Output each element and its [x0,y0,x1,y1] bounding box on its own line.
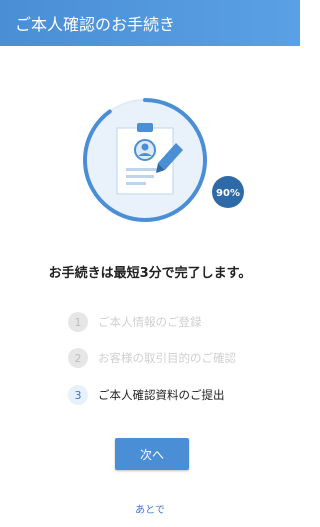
step-label: お客様の取引目的のご確認 [98,351,236,365]
progress-badge: 90% [212,176,244,208]
step-label: ご本人確認資料のご提出 [98,388,225,402]
progress-ring: 90% [83,98,244,222]
step-label: ご本人情報のご登録 [98,315,202,329]
page-title: ご本人確認のお手続き [15,15,176,34]
next-button[interactable]: 次へ [115,438,189,470]
progress-illustration: 90% [80,95,250,225]
step-item: 1 ご本人情報のご登録 [68,312,202,332]
progress-label: 90% [216,188,240,199]
completion-headline: お手続きは最短3分で完了します。 [48,266,252,281]
later-link[interactable]: あとで [0,501,300,516]
app-header: ご本人確認のお手続き [0,0,300,46]
step-number: 1 [68,312,88,332]
step-item: 2 お客様の取引目的のご確認 [68,348,236,368]
step-number: 2 [68,348,88,368]
step-number: 3 [68,385,88,405]
step-item: 3 ご本人確認資料のご提出 [68,385,225,405]
